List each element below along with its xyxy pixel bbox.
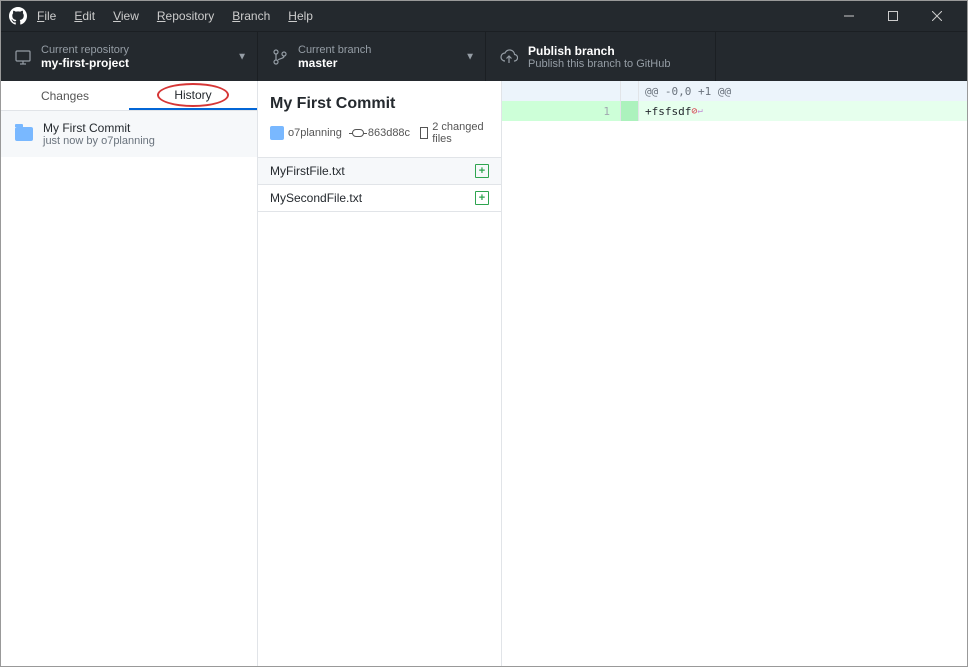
github-logo-icon	[9, 7, 27, 25]
tab-history-label: History	[174, 88, 211, 102]
commit-meta: just now by o7planning	[43, 135, 155, 147]
chevron-down-icon: ▼	[237, 51, 247, 62]
commit-list: My First Commit just now by o7planning	[1, 111, 257, 666]
menu-file[interactable]: File	[37, 9, 56, 23]
newline-icon: ↵	[697, 106, 702, 116]
file-added-icon: +	[475, 164, 489, 178]
sidebar: Changes History My First Commit just now…	[1, 81, 258, 666]
file-added-icon: +	[475, 191, 489, 205]
main-content: Changes History My First Commit just now…	[1, 81, 967, 666]
window-controls	[827, 1, 959, 31]
diff-text: fsfsdf	[652, 105, 692, 118]
commit-icon	[352, 129, 364, 137]
menu-repository[interactable]: Repository	[157, 9, 214, 23]
commit-title: My First Commit	[43, 121, 155, 135]
commit-sha: 863d88c	[352, 127, 410, 139]
menu-help[interactable]: Help	[288, 9, 313, 23]
diff-add-marker: +	[645, 105, 652, 118]
commit-header: My First Commit o7planning 863d88c 2 cha…	[258, 89, 501, 151]
commit-author: o7planning	[270, 126, 342, 140]
commit-item[interactable]: My First Commit just now by o7planning	[1, 111, 257, 157]
tab-changes[interactable]: Changes	[1, 81, 129, 110]
diff-gutter	[621, 101, 639, 121]
avatar-icon	[270, 126, 284, 140]
close-button[interactable]	[915, 1, 959, 31]
changed-files: 2 changed files	[420, 121, 489, 145]
titlebar: File Edit View Repository Branch Help	[1, 1, 967, 31]
menu-branch[interactable]: Branch	[232, 9, 270, 23]
publish-subtitle: Publish this branch to GitHub	[528, 58, 670, 70]
hunk-text: @@ -0,0 +1 @@	[639, 81, 967, 101]
minimize-button[interactable]	[827, 1, 871, 31]
maximize-button[interactable]	[871, 1, 915, 31]
menu-bar: File Edit View Repository Branch Help	[37, 9, 313, 23]
diff-view: @@ -0,0 +1 @@ 1 +fsfsdf⊘↵	[502, 81, 967, 666]
file-name: MyFirstFile.txt	[270, 164, 345, 178]
repo-selector[interactable]: Current repository my-first-project ▼	[1, 32, 258, 81]
files-count-label: 2 changed files	[432, 121, 489, 145]
sha-text: 863d88c	[368, 127, 410, 139]
diff-line-number: 1	[502, 101, 621, 121]
diff-line-content: +fsfsdf⊘↵	[639, 101, 967, 121]
repo-label: Current repository	[41, 44, 129, 56]
diff-gutter	[621, 81, 639, 101]
chevron-down-icon: ▼	[465, 51, 475, 62]
branch-label: Current branch	[298, 44, 371, 56]
file-name: MySecondFile.txt	[270, 191, 362, 205]
file-diff-icon	[420, 127, 428, 139]
commit-detail-title: My First Commit	[270, 95, 489, 113]
menu-edit[interactable]: Edit	[74, 9, 95, 23]
commit-detail-panel: My First Commit o7planning 863d88c 2 cha…	[258, 81, 502, 666]
file-row[interactable]: MySecondFile.txt +	[258, 185, 501, 212]
menu-view[interactable]: View	[113, 9, 139, 23]
commit-detail-meta: o7planning 863d88c 2 changed files	[270, 121, 489, 145]
publish-title: Publish branch	[528, 44, 670, 58]
file-list: MyFirstFile.txt + MySecondFile.txt +	[258, 157, 501, 212]
author-name: o7planning	[288, 127, 342, 139]
branch-selector[interactable]: Current branch master ▼	[258, 32, 486, 81]
repo-value: my-first-project	[41, 56, 129, 70]
branch-icon	[272, 49, 288, 65]
toolbar: Current repository my-first-project ▼ Cu…	[1, 31, 967, 81]
sidebar-tabs: Changes History	[1, 81, 257, 111]
file-row[interactable]: MyFirstFile.txt +	[258, 158, 501, 185]
cloud-upload-icon	[500, 49, 518, 65]
diff-hunk-header: @@ -0,0 +1 @@	[502, 81, 967, 101]
diff-line-added: 1 +fsfsdf⊘↵	[502, 101, 967, 121]
branch-value: master	[298, 56, 371, 70]
diff-gutter	[502, 81, 621, 101]
publish-button[interactable]: Publish branch Publish this branch to Gi…	[486, 32, 716, 81]
monitor-icon	[15, 49, 31, 65]
tab-history[interactable]: History	[129, 81, 257, 110]
folder-icon	[15, 127, 33, 141]
